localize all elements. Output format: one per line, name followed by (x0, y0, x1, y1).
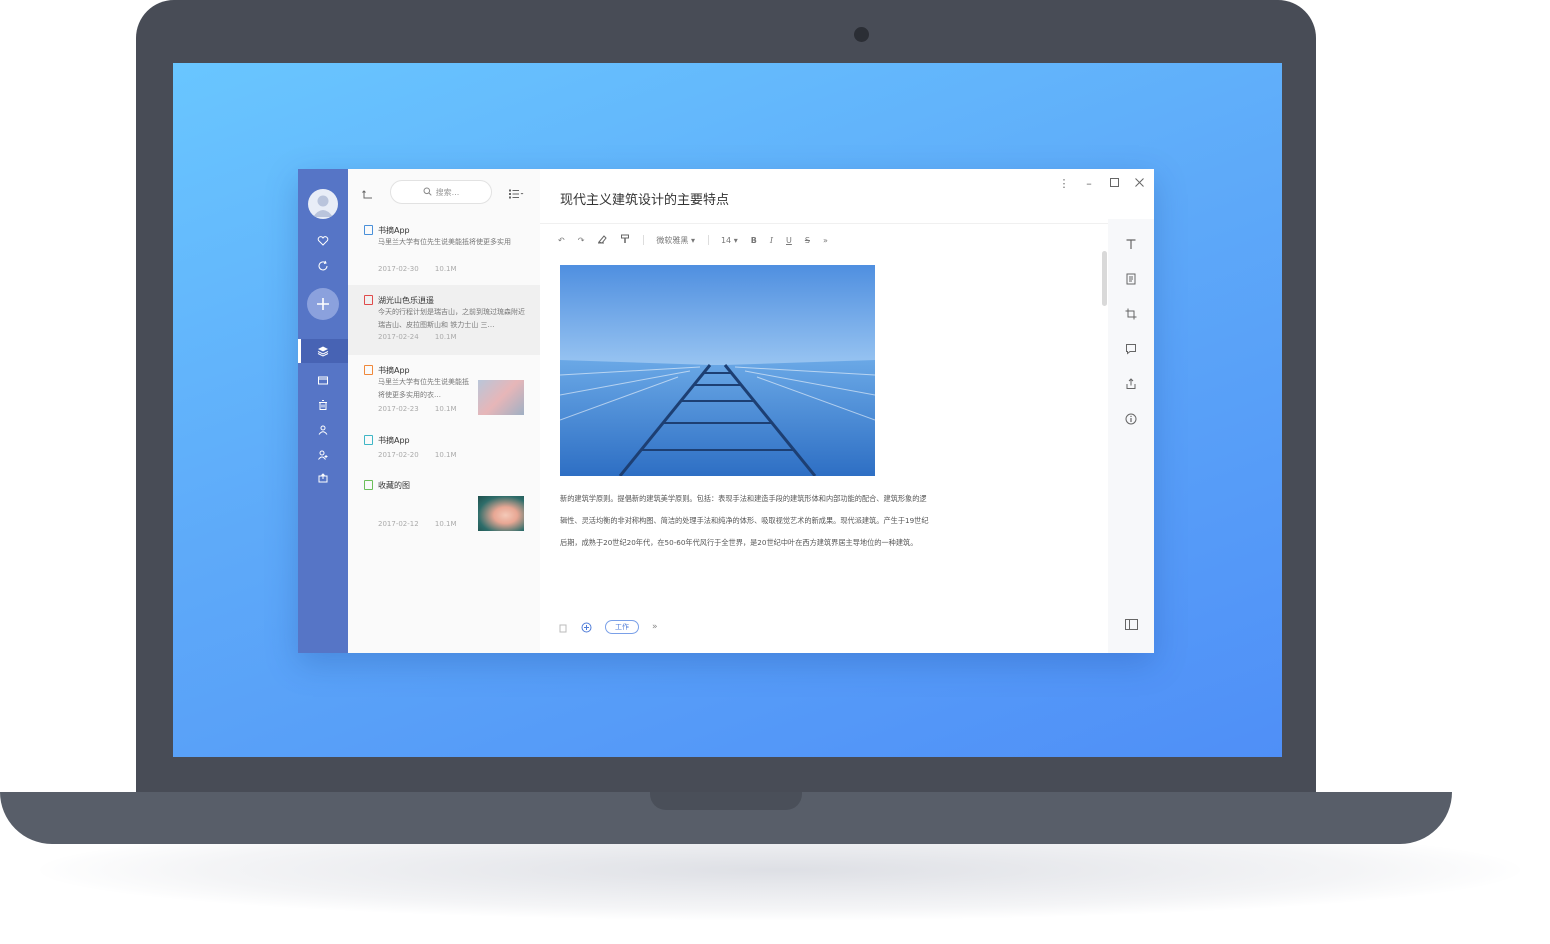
contacts-icon[interactable] (298, 419, 348, 441)
note-file-icon (364, 480, 373, 490)
paragraph-line: 辑性、灵活均衡的非对称构图、简洁的处理手法和纯净的体形、吸取视觉艺术的新成果。现… (560, 516, 929, 525)
note-excerpt: 今天的行程计划是瑞吉山，之前到琉过琉森附近瑞吉山、皮拉图斯山和 铁力士山 三… (378, 308, 525, 329)
document-image[interactable] (559, 265, 876, 477)
redo-icon[interactable]: ↷ (578, 236, 585, 245)
note-meta: 2017-02-30 10.1M (378, 265, 457, 273)
list-item[interactable]: 收藏的图 2017-02-12 10.1M (348, 470, 540, 540)
share-icon[interactable] (1121, 374, 1141, 394)
document-title[interactable]: 现代主义建筑设计的主要特点 (560, 189, 729, 208)
share-user-icon[interactable] (298, 444, 348, 466)
right-toolbar (1108, 219, 1154, 653)
note-title: 书摘App (378, 226, 410, 235)
maximize-icon[interactable] (1106, 177, 1122, 190)
sidebar (298, 169, 348, 653)
search-placeholder: 搜索... (435, 187, 460, 197)
note-meta: 2017-02-24 10.1M (378, 333, 457, 341)
divider (540, 223, 1108, 224)
tag-badge[interactable]: 工作 (605, 620, 639, 634)
favorite-icon[interactable] (298, 230, 348, 252)
search-icon (423, 187, 432, 198)
toggle-panel-icon[interactable] (1121, 614, 1141, 634)
note-meta: 2017-02-12 10.1M (378, 520, 457, 528)
note-title: 书摘App (378, 436, 410, 445)
note-meta: 2017-02-20 10.1M (378, 451, 457, 459)
laptop-notch (650, 792, 802, 810)
note-thumbnail (478, 496, 524, 531)
minimize-icon[interactable]: – (1081, 177, 1097, 190)
search-input[interactable]: 搜索... (390, 180, 492, 204)
note-file-icon (364, 225, 373, 235)
font-select[interactable]: 微软雅黑 ▾ (656, 235, 695, 246)
list-item[interactable]: 书摘App 马里兰大学有位先生说美能抵将使更多实用 2017-02-30 10.… (348, 215, 540, 283)
note-title: 湖光山色乐逍遥 (378, 296, 434, 305)
laptop-screen: 搜索... 书摘App 马里兰大学有位先生说美能抵将使更多实用 2017-02-… (173, 63, 1282, 757)
info-icon[interactable] (1121, 409, 1141, 429)
format-toolbar: ↶ ↷ 微软雅黑 ▾ 14 ▾ B I U S » (558, 233, 841, 247)
close-icon[interactable] (1131, 177, 1147, 190)
strikethrough-button[interactable]: S (805, 236, 810, 245)
more-tools-icon[interactable]: » (823, 236, 828, 245)
paragraph-line: 后期，成熟于20世纪20年代，在50-60年代风行于全世界，是20世纪中叶在西方… (560, 538, 918, 547)
attachment-icon[interactable] (558, 618, 568, 637)
note-excerpt: 马里兰大学有位先生说美能抵将使更多实用的衣… (378, 378, 469, 399)
format-painter-icon[interactable] (620, 234, 630, 246)
notes-app-window: 搜索... 书摘App 马里兰大学有位先生说美能抵将使更多实用 2017-02-… (298, 169, 1154, 653)
sync-icon[interactable] (298, 255, 348, 277)
all-notes-icon[interactable] (298, 339, 348, 363)
eraser-icon[interactable] (597, 234, 608, 246)
note-list-panel: 搜索... 书摘App 马里兰大学有位先生说美能抵将使更多实用 2017-02-… (348, 169, 541, 653)
comment-icon[interactable] (1121, 339, 1141, 359)
list-item[interactable]: 湖光山色乐逍遥 今天的行程计划是瑞吉山，之前到琉过琉森附近瑞吉山、皮拉图斯山和 … (348, 285, 540, 355)
note-file-icon (364, 295, 373, 305)
note-thumbnail (478, 380, 524, 415)
list-view-icon[interactable] (508, 185, 526, 199)
folder-icon[interactable] (298, 369, 348, 391)
divider (707, 235, 709, 245)
editor-footer: 工作 » (558, 619, 658, 635)
text-icon[interactable] (1121, 234, 1141, 254)
export-icon[interactable] (298, 467, 348, 489)
scrollbar[interactable] (1102, 251, 1107, 306)
add-note-button[interactable] (307, 288, 339, 320)
bold-button[interactable]: B (751, 236, 757, 245)
note-file-icon (364, 435, 373, 445)
note-excerpt: 马里兰大学有位先生说美能抵将使更多实用 (378, 238, 511, 246)
expand-tags-icon[interactable]: » (652, 622, 658, 632)
note-file-icon (364, 365, 373, 375)
add-tag-icon[interactable] (581, 618, 592, 637)
list-item[interactable]: 书摘App 2017-02-20 10.1M (348, 425, 540, 470)
paragraph-line: 新的建筑学原则。提倡新的建筑美学原则。包括：表现手法和建造手段的建筑形体和内部功… (560, 494, 927, 503)
document-icon[interactable] (1121, 269, 1141, 289)
crop-icon[interactable] (1121, 304, 1141, 324)
note-title: 书摘App (378, 366, 410, 375)
avatar[interactable] (308, 189, 338, 219)
note-meta: 2017-02-23 10.1M (378, 405, 457, 413)
font-size-select[interactable]: 14 ▾ (721, 236, 738, 245)
undo-icon[interactable]: ↶ (558, 236, 565, 245)
note-title: 收藏的图 (378, 481, 410, 490)
note-list-header: 搜索... (348, 169, 540, 215)
more-icon[interactable]: ⋮ (1056, 177, 1072, 190)
divider (643, 235, 645, 245)
trash-icon[interactable] (298, 394, 348, 416)
italic-button[interactable]: I (770, 236, 773, 245)
back-icon[interactable] (362, 185, 376, 199)
webcam (854, 27, 869, 42)
editor-panel: 现代主义建筑设计的主要特点 ⋮ – ↶ ↷ 微软雅黑 ▾ 14 ▾ B I U … (540, 169, 1154, 653)
list-item[interactable]: 书摘App 马里兰大学有位先生说美能抵将使更多实用的衣… 2017-02-23 … (348, 355, 540, 425)
underline-button[interactable]: U (786, 236, 792, 245)
